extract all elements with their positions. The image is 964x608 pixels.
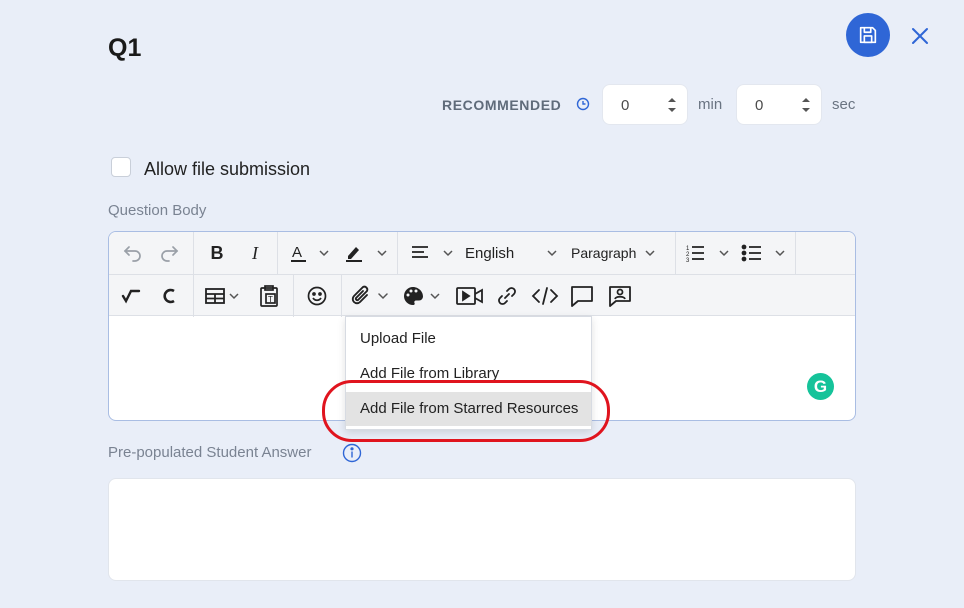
language-value: English <box>465 244 515 262</box>
table-icon <box>205 288 239 304</box>
video-button[interactable] <box>453 275 487 317</box>
chemistry-button[interactable] <box>155 275 183 317</box>
palette-icon <box>403 287 440 305</box>
pre-populated-answer-label: Pre-populated Student Answer <box>108 444 312 461</box>
emoji-button[interactable] <box>303 275 331 317</box>
font-color-icon: A <box>291 244 329 262</box>
allow-file-submission-label[interactable]: Allow file submission <box>144 159 310 180</box>
chemistry-icon <box>163 288 175 304</box>
language-select[interactable]: English <box>465 232 563 274</box>
bold-button[interactable]: B <box>203 232 231 274</box>
emoji-icon <box>307 286 327 306</box>
align-button[interactable] <box>407 232 459 274</box>
minutes-unit: min <box>698 96 723 113</box>
highlight-annotation <box>322 380 610 442</box>
bold-icon: B <box>210 242 224 263</box>
paste-text-button[interactable]: T <box>255 275 283 317</box>
math-icon <box>121 289 141 304</box>
question-body-label: Question Body <box>108 202 207 219</box>
undo-icon <box>123 246 141 262</box>
numbered-list-button[interactable]: 123 <box>683 232 735 274</box>
bulleted-list-button[interactable] <box>739 232 791 274</box>
close-button[interactable] <box>908 24 932 48</box>
save-button[interactable] <box>846 13 890 57</box>
numbered-list-icon: 123 <box>686 246 729 264</box>
code-icon <box>531 287 559 305</box>
info-icon[interactable] <box>342 443 362 463</box>
chevron-down-icon <box>645 250 655 257</box>
editor-toolbar-row-1: B I A English Paragraph 123 <box>109 232 855 274</box>
math-button[interactable] <box>117 275 145 317</box>
redo-icon <box>161 246 179 262</box>
editor-toolbar-row-2: T <box>109 274 855 317</box>
italic-button[interactable]: I <box>241 232 269 274</box>
svg-text:3: 3 <box>686 258 690 264</box>
grammarly-letter: G <box>813 376 828 396</box>
pre-populated-answer-input[interactable] <box>108 478 856 581</box>
grammarly-button[interactable]: G <box>807 373 834 400</box>
svg-text:T: T <box>268 295 273 304</box>
comment-icon <box>571 286 593 307</box>
paragraph-format-value: Paragraph <box>571 245 637 261</box>
minutes-value: 0 <box>621 97 630 114</box>
font-color-button[interactable]: A <box>287 232 337 274</box>
minutes-input[interactable]: 0 <box>602 84 688 125</box>
paste-text-icon: T <box>260 285 278 307</box>
video-icon <box>456 287 483 305</box>
seconds-unit: sec <box>832 96 856 113</box>
paragraph-format-select[interactable]: Paragraph <box>571 232 671 274</box>
highlight-color-button[interactable] <box>341 232 393 274</box>
redo-button[interactable] <box>155 232 183 274</box>
attachment-button[interactable] <box>349 275 393 317</box>
question-title: Q1 <box>108 34 142 62</box>
palette-button[interactable] <box>401 275 445 317</box>
image-comment-icon <box>609 286 631 307</box>
spinner-arrows-icon[interactable] <box>667 95 677 115</box>
seconds-input[interactable]: 0 <box>736 84 822 125</box>
upload-file-item[interactable]: Upload File <box>346 322 591 356</box>
spinner-arrows-icon[interactable] <box>801 95 811 115</box>
clock-icon <box>576 97 590 111</box>
code-button[interactable] <box>529 275 561 317</box>
link-icon <box>498 287 516 305</box>
table-button[interactable] <box>203 275 247 317</box>
undo-button[interactable] <box>119 232 147 274</box>
bulleted-list-icon <box>741 244 785 262</box>
image-comment-button[interactable] <box>605 275 635 317</box>
chevron-down-icon <box>547 250 557 257</box>
highlight-color-icon <box>346 247 387 262</box>
close-icon <box>912 28 928 44</box>
recommended-label: RECOMMENDED <box>442 97 562 113</box>
floppy-disk-icon <box>859 26 877 44</box>
seconds-value: 0 <box>755 97 764 114</box>
attachment-icon <box>351 285 388 305</box>
link-button[interactable] <box>493 275 521 317</box>
comment-button[interactable] <box>567 275 597 317</box>
align-icon <box>412 246 453 258</box>
allow-file-submission-checkbox[interactable] <box>111 157 131 177</box>
svg-text:A: A <box>292 244 302 261</box>
italic-icon: I <box>252 242 258 263</box>
